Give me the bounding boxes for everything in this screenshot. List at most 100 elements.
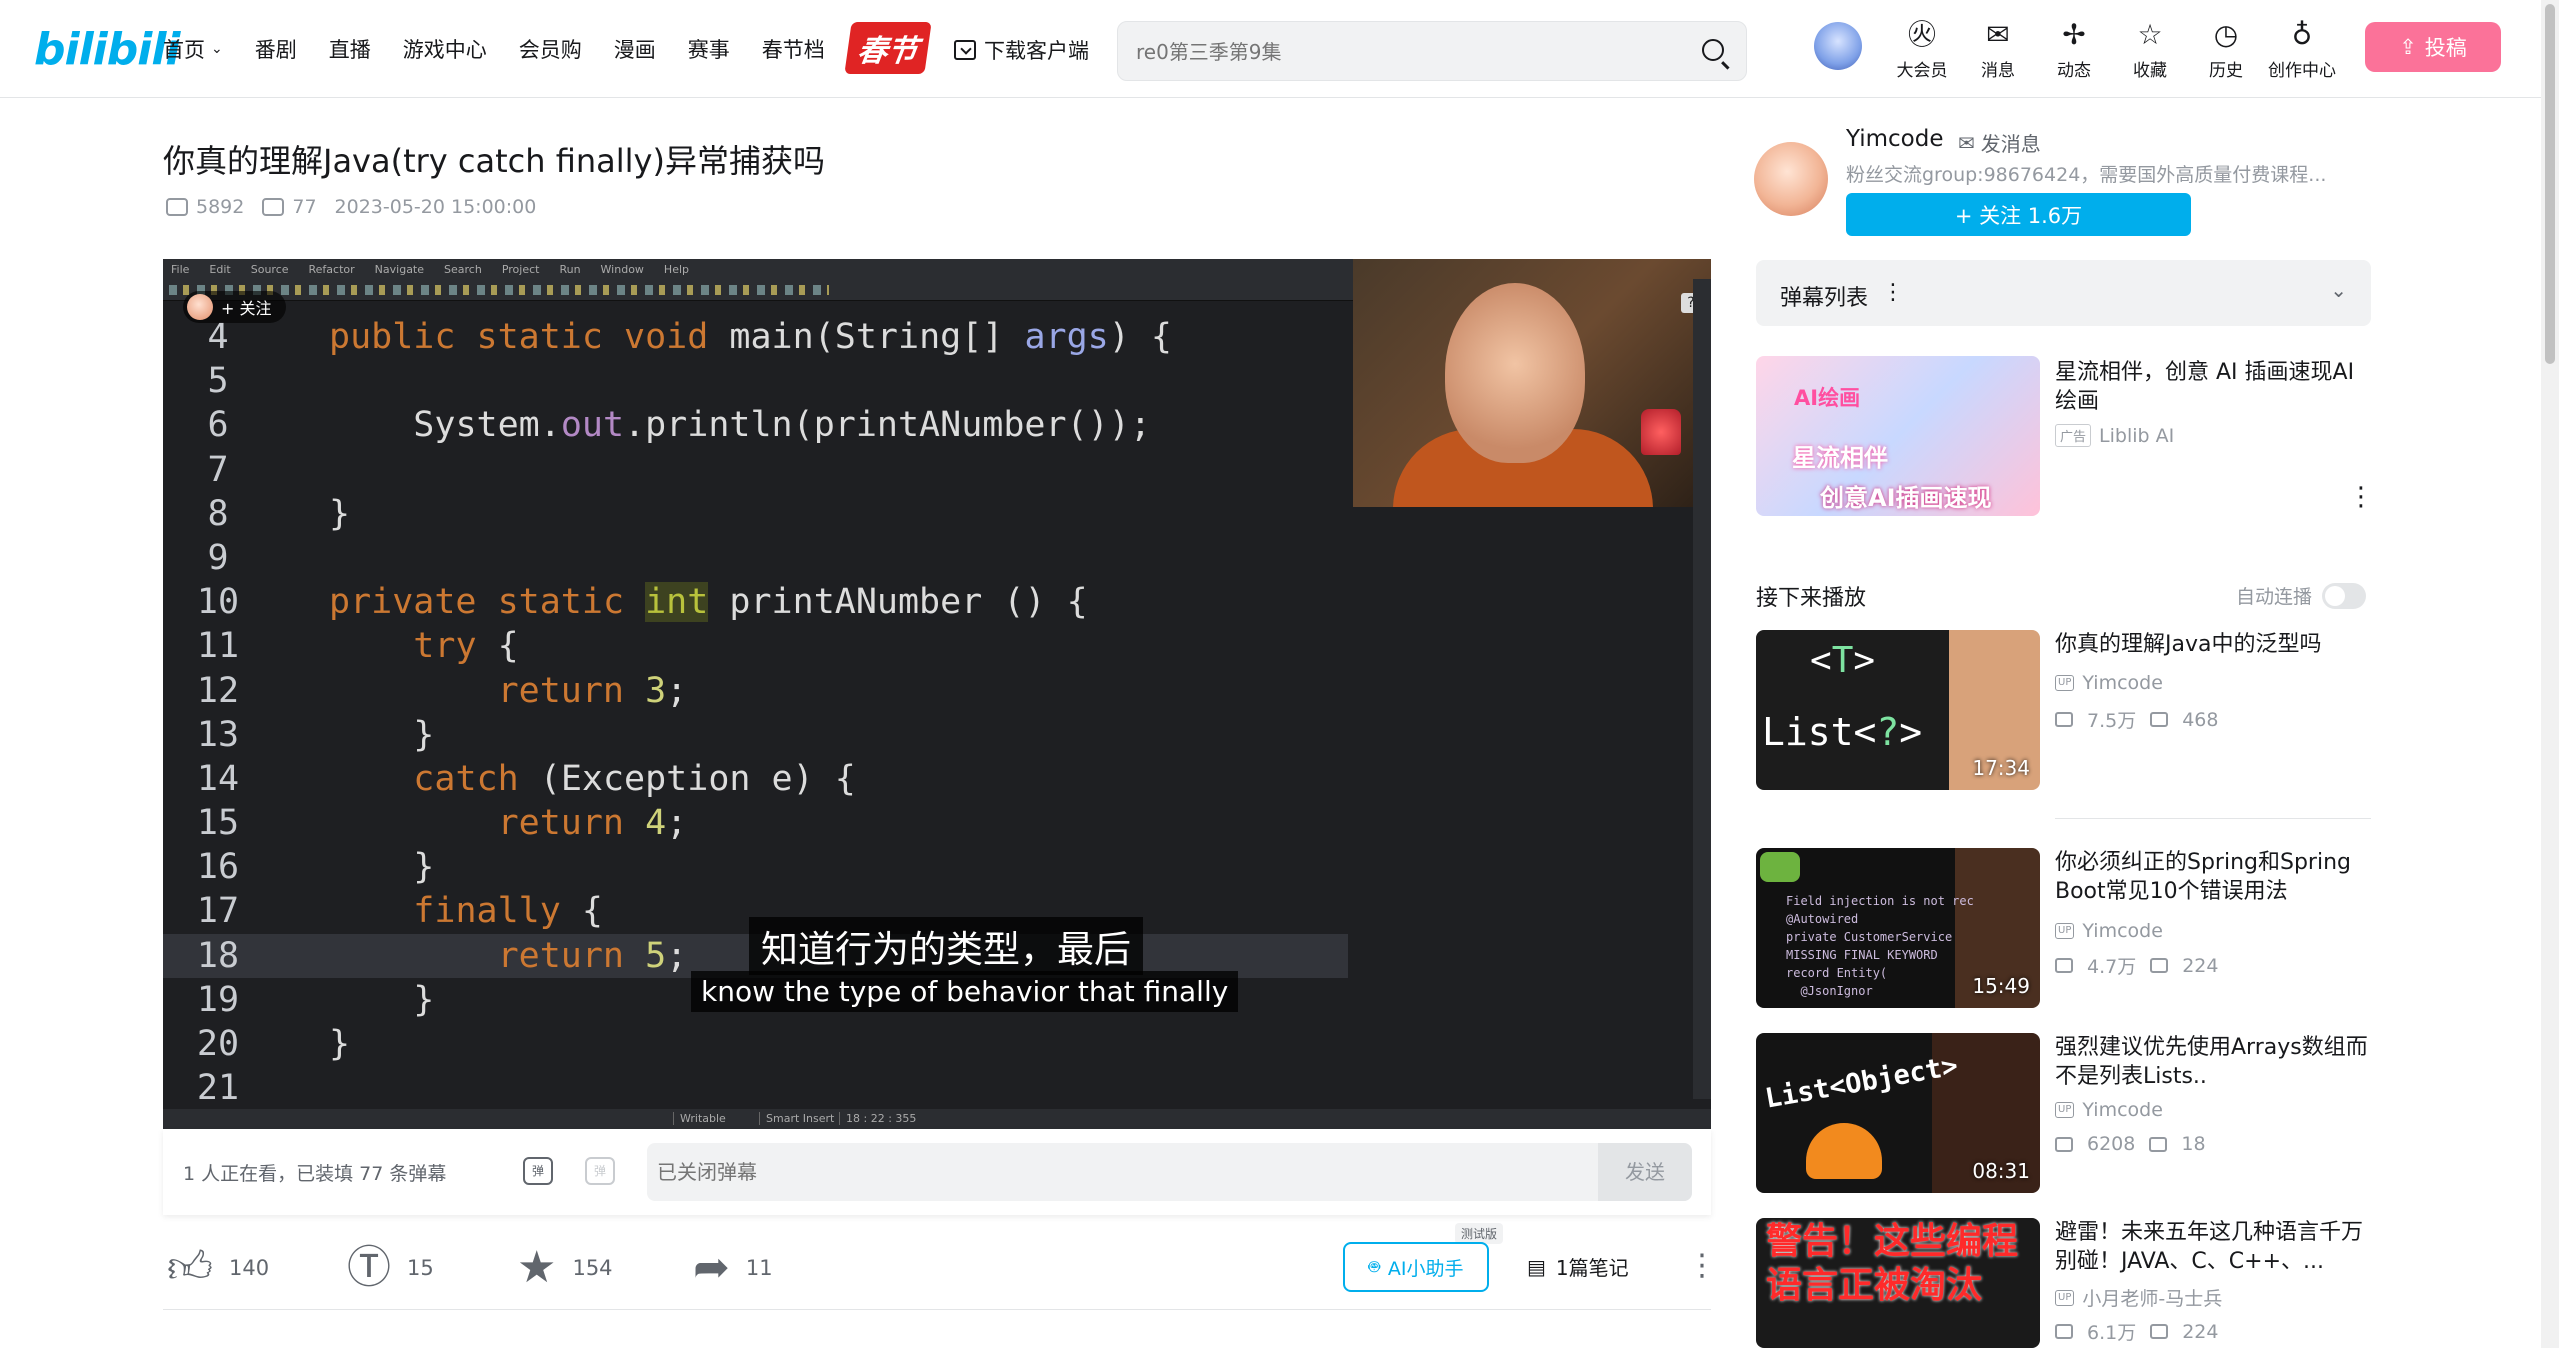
creator-icon: ♁ — [2291, 18, 2313, 51]
share-button[interactable]: ➦ 11 — [693, 1246, 773, 1290]
video-author-name: Yimcode — [2082, 1099, 2163, 1121]
up-badge-icon: UP — [2055, 675, 2075, 691]
nav-mall[interactable]: 会员购 — [519, 34, 582, 64]
code-text: } — [413, 847, 435, 888]
video-duration: 08:31 — [1972, 1159, 2030, 1183]
nav-live[interactable]: 直播 — [329, 34, 371, 64]
nav-anime[interactable]: 番剧 — [255, 34, 297, 64]
video-thumbnail[interactable]: <T> List<?> 17:34 — [1756, 630, 2040, 790]
scrollbar-thumb[interactable] — [2545, 4, 2555, 364]
download-client-link[interactable]: 下载客户端 — [954, 35, 1089, 65]
ad-title[interactable]: 星流相伴，创意 AI 插画速现AI绘画 — [2055, 358, 2365, 416]
send-message-link[interactable]: ✉ 发消息 — [1958, 128, 2041, 157]
header-creator[interactable]: ♁ 创作中心 — [2264, 18, 2340, 82]
header-vip[interactable]: ㊋大会员 — [1884, 20, 1960, 82]
danmaku-list-panel[interactable]: 弹幕列表 ⋮ ⌄ — [1756, 260, 2371, 326]
danmaku-icon — [2150, 1324, 2169, 1339]
ai-assistant-button[interactable]: 🤖︎ AI小助手 — [1343, 1242, 1489, 1292]
video-stats: 4.7万 224 — [2055, 952, 2218, 979]
user-avatar[interactable] — [1814, 22, 1862, 70]
video-stats: 6.1万 224 — [2055, 1318, 2218, 1345]
uploader-name[interactable]: Yimcode — [1846, 126, 1944, 152]
danmaku-list-label: 弹幕列表 — [1780, 286, 1869, 311]
thumbs-up-icon: 👍︎ — [167, 1242, 213, 1293]
code-text: return 4; — [497, 803, 688, 844]
favorite-count: 154 — [572, 1256, 613, 1280]
ide-status-bar: Writable Smart Insert 18 : 22 : 355 — [163, 1109, 1711, 1129]
like-button[interactable]: 👍︎ 140 — [167, 1246, 269, 1290]
line-number: 13 — [196, 714, 240, 755]
recommended-video[interactable]: 警告！这些编程语言正被淘汰 避雷！未来五年这几种语言千万别碰！JAVA、C、C+… — [1756, 1218, 2371, 1348]
follow-button[interactable]: + 关注 1.6万 — [1846, 193, 2191, 236]
video-title[interactable]: 你真的理解Java中的泛型吗 — [2055, 630, 2371, 659]
spring-festival-badge[interactable]: 春节 — [844, 22, 932, 74]
video-views: 6208 — [2087, 1133, 2136, 1155]
coin-count: 15 — [407, 1256, 434, 1280]
recommended-video[interactable]: <T> List<?> 17:34 你真的理解Java中的泛型吗 UP Yimco… — [1756, 630, 2371, 792]
header-feed[interactable]: ✢ 动态 — [2036, 20, 2112, 82]
uploader-avatar[interactable] — [1754, 142, 1828, 216]
video-author[interactable]: UP Yimcode — [2055, 672, 2163, 694]
notes-button[interactable]: ▤ 1篇笔记 — [1527, 1252, 1629, 1281]
ad-thumbnail[interactable]: AI绘画 星流相伴 创意AI插画速现 — [1756, 356, 2040, 516]
play-icon — [2055, 1324, 2073, 1339]
code-line: 14 catch (Exception e) { — [163, 757, 1348, 801]
danmaku-toggle-icon[interactable]: 弹 — [523, 1157, 553, 1185]
play-icon — [2055, 958, 2073, 973]
favorite-button[interactable]: ★ 154 — [517, 1246, 613, 1290]
danmaku-icon — [2150, 712, 2169, 727]
search-input[interactable] — [1136, 34, 1676, 70]
nav-label: 首页 — [163, 38, 205, 62]
danmaku-input[interactable] — [657, 1155, 1557, 1189]
recommended-video[interactable]: Field injection is not rec @Autowired pr… — [1756, 848, 2371, 1010]
toggle-switch[interactable] — [2322, 582, 2367, 609]
line-number: 12 — [196, 670, 240, 711]
nav-home[interactable]: 首页 ⌄ — [163, 34, 223, 64]
video-author[interactable]: UP Yimcode — [2055, 920, 2163, 942]
coin-button[interactable]: Ⓣ 15 — [347, 1246, 434, 1290]
video-title[interactable]: 避雷！未来五年这几种语言千万别碰！JAVA、C、C++、... — [2055, 1218, 2371, 1276]
danmaku-settings-icon[interactable]: 弹 — [585, 1157, 615, 1185]
search-icon[interactable] — [1702, 39, 1724, 61]
upload-button[interactable]: ⇪ 投稿 — [2365, 22, 2501, 72]
status-cursor-position: 18 : 22 : 355 — [839, 1112, 916, 1125]
video-author[interactable]: UP 小月老师-马士兵 — [2055, 1284, 2222, 1311]
up-badge-icon: UP — [2055, 1102, 2075, 1118]
chevron-down-icon: ⌄ — [211, 41, 223, 57]
recommended-video[interactable]: List<Object> 08:31 强烈建议优先使用Arrays数组而不是列表… — [1756, 1033, 2371, 1195]
page-scrollbar[interactable] — [2541, 0, 2559, 1348]
video-thumbnail[interactable]: List<Object> 08:31 — [1756, 1033, 2040, 1193]
video-title[interactable]: 强烈建议优先使用Arrays数组而不是列表Lists.. — [2055, 1033, 2371, 1091]
code-text: } — [329, 1024, 351, 1064]
header-creator-label: 创作中心 — [2268, 61, 2336, 81]
divider — [2055, 818, 2371, 819]
webcam-overlay: ? — [1353, 259, 1711, 507]
header-favorites[interactable]: ☆ 收藏 — [2112, 20, 2188, 82]
video-player[interactable]: File Edit Source Refactor Navigate Searc… — [163, 259, 1711, 1129]
header-history[interactable]: ◷ 历史 — [2188, 20, 2264, 82]
viewer-count-text: 1 人正在看，已装填 77 条弹幕 — [183, 1163, 447, 1185]
ad-more-icon[interactable]: ⋮ — [2348, 482, 2374, 512]
player-follow-button[interactable]: + 关注 — [183, 291, 286, 323]
ide-menu-item: Navigate — [374, 262, 425, 276]
header-message[interactable]: ✉ 消息 — [1960, 20, 2036, 82]
nav-esports[interactable]: 赛事 — [688, 34, 730, 64]
autoplay-toggle[interactable]: 自动连播 — [2236, 582, 2367, 609]
video-thumbnail[interactable]: 警告！这些编程语言正被淘汰 — [1756, 1218, 2040, 1348]
video-thumbnail[interactable]: Field injection is not rec @Autowired pr… — [1756, 848, 2040, 1008]
header-vip-label: 大会员 — [1896, 61, 1948, 81]
bilibili-logo[interactable]: bilibili — [34, 24, 180, 75]
line-number: 6 — [207, 405, 229, 446]
code-line: 21 — [163, 1066, 1348, 1110]
ad-source-name: Liblib AI — [2099, 424, 2175, 447]
ide-menu-item: Project — [501, 262, 540, 276]
more-options-icon[interactable]: ⋮ — [1687, 1248, 1717, 1283]
line-number: 7 — [207, 449, 229, 490]
video-title[interactable]: 你必须纠正的Spring和Spring Boot常见10个错误用法 — [2055, 848, 2371, 906]
video-author[interactable]: UP Yimcode — [2055, 1099, 2163, 1121]
nav-spring-festival[interactable]: 春节档 — [762, 34, 825, 64]
view-count-value: 5892 — [196, 196, 245, 218]
nav-manga[interactable]: 漫画 — [614, 34, 656, 64]
nav-game-center[interactable]: 游戏中心 — [403, 34, 487, 64]
danmaku-send-button[interactable]: 发送 — [1598, 1143, 1692, 1201]
